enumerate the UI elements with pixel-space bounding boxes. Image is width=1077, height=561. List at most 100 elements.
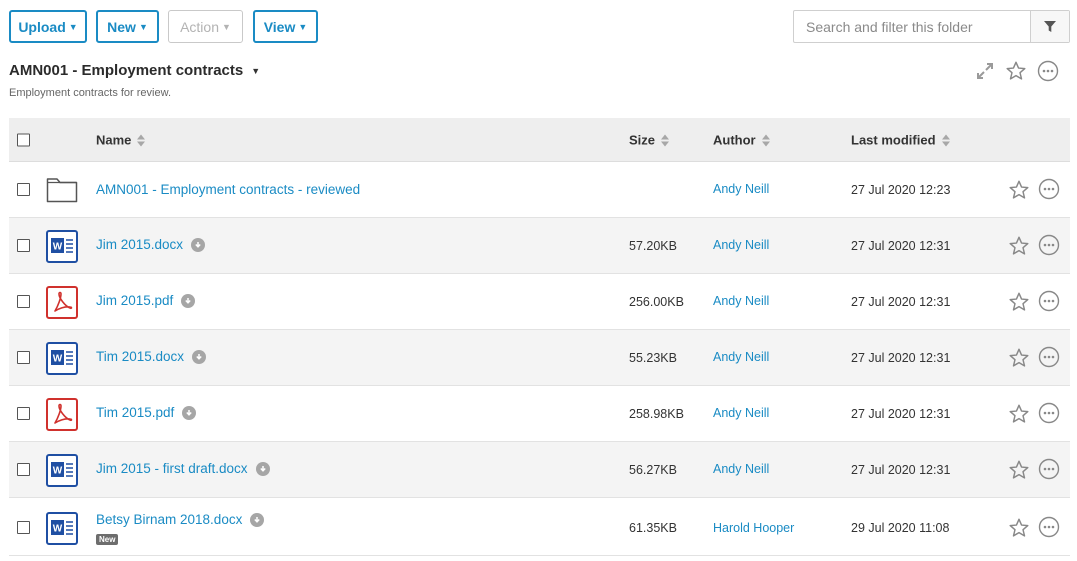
table-body: AMN001 - Employment contracts - reviewed… bbox=[9, 162, 1070, 556]
pdf-icon bbox=[46, 286, 78, 322]
download-icon[interactable] bbox=[181, 293, 196, 308]
more-options-icon[interactable] bbox=[1038, 234, 1060, 259]
download-icon[interactable] bbox=[192, 349, 207, 364]
view-button[interactable]: View ▼ bbox=[253, 10, 318, 43]
table-row[interactable]: W Betsy Birnam 2018.docx New 61.35KB Harold … bbox=[9, 498, 1070, 556]
table-row[interactable]: W Jim 2015 - first draft.docx 56.27KB Andy … bbox=[9, 442, 1070, 498]
star-icon[interactable] bbox=[1008, 291, 1030, 316]
star-icon[interactable] bbox=[1008, 179, 1030, 204]
author-link[interactable]: Andy Neill bbox=[713, 182, 769, 196]
more-options-icon[interactable] bbox=[1038, 458, 1060, 483]
chevron-down-icon: ▼ bbox=[251, 65, 261, 76]
star-icon[interactable] bbox=[1005, 60, 1027, 82]
table-row[interactable]: W Jim 2015.docx 57.20KB Andy Neill 27 Jul 20… bbox=[9, 218, 1070, 274]
last-modified: 29 Jul 2020 11:08 bbox=[851, 521, 950, 535]
download-icon[interactable] bbox=[182, 405, 197, 420]
word-doc-icon: W bbox=[46, 512, 78, 548]
file-name[interactable]: Jim 2015.docx bbox=[96, 237, 183, 252]
new-badge: New bbox=[96, 534, 119, 545]
view-button-label: View bbox=[263, 18, 296, 35]
sort-icon bbox=[941, 134, 950, 147]
more-options-icon[interactable] bbox=[1038, 516, 1060, 541]
action-button[interactable]: Action ▼ bbox=[168, 10, 243, 43]
download-icon[interactable] bbox=[250, 512, 265, 527]
row-checkbox[interactable] bbox=[17, 239, 30, 252]
chevron-down-icon: ▼ bbox=[222, 21, 231, 32]
table-row[interactable]: Tim 2015.pdf 258.98KB Andy Neill 27 Jul 202… bbox=[9, 386, 1070, 442]
author-link[interactable]: Andy Neill bbox=[713, 350, 769, 364]
file-name[interactable]: AMN001 - Employment contracts - reviewed bbox=[96, 182, 360, 197]
column-name-label: Name bbox=[96, 132, 132, 147]
author-link[interactable]: Andy Neill bbox=[713, 462, 769, 476]
search-input[interactable] bbox=[794, 11, 1030, 42]
row-checkbox[interactable] bbox=[17, 183, 30, 196]
file-name[interactable]: Jim 2015.pdf bbox=[96, 293, 173, 308]
more-options-icon[interactable] bbox=[1038, 402, 1060, 427]
more-options-icon[interactable] bbox=[1038, 290, 1060, 315]
file-name[interactable]: Betsy Birnam 2018.docx bbox=[96, 512, 242, 527]
file-name-link[interactable]: AMN001 - Employment contracts - reviewed bbox=[96, 182, 360, 197]
file-name[interactable]: Tim 2015.pdf bbox=[96, 405, 174, 420]
sort-icon bbox=[661, 134, 670, 147]
column-header-name[interactable]: Name bbox=[96, 132, 146, 147]
folder-title-dropdown[interactable]: AMN001 - Employment contracts ▼ bbox=[9, 62, 260, 79]
column-header-modified[interactable]: Last modified bbox=[851, 132, 950, 147]
author-link[interactable]: Harold Hooper bbox=[713, 521, 794, 535]
svg-text:W: W bbox=[53, 242, 63, 253]
download-icon[interactable] bbox=[191, 237, 206, 252]
new-button[interactable]: New ▼ bbox=[96, 10, 159, 43]
file-name-link[interactable]: Jim 2015.pdf bbox=[96, 293, 196, 308]
last-modified: 27 Jul 2020 12:31 bbox=[851, 463, 951, 477]
file-name-link[interactable]: Tim 2015.docx bbox=[96, 349, 207, 364]
chevron-down-icon: ▼ bbox=[138, 21, 148, 32]
folder-description: Employment contracts for review. bbox=[9, 87, 172, 99]
file-size: 55.23KB bbox=[629, 351, 677, 365]
star-icon[interactable] bbox=[1008, 347, 1030, 372]
svg-text:W: W bbox=[53, 466, 63, 477]
row-checkbox[interactable] bbox=[17, 521, 30, 534]
row-checkbox[interactable] bbox=[17, 351, 30, 364]
folder-icon bbox=[46, 174, 78, 207]
upload-button[interactable]: Upload ▼ bbox=[9, 10, 87, 43]
chevron-down-icon: ▼ bbox=[68, 21, 78, 32]
more-options-icon[interactable] bbox=[1038, 178, 1060, 203]
row-checkbox[interactable] bbox=[17, 295, 30, 308]
row-checkbox[interactable] bbox=[17, 463, 30, 476]
table-row[interactable]: W Tim 2015.docx 55.23KB Andy Neill 27 Jul 20… bbox=[9, 330, 1070, 386]
author-link[interactable]: Andy Neill bbox=[713, 406, 769, 420]
table-row[interactable]: AMN001 - Employment contracts - reviewed… bbox=[9, 162, 1070, 218]
file-name-link[interactable]: Jim 2015 - first draft.docx bbox=[96, 461, 270, 476]
column-header-size[interactable]: Size bbox=[629, 132, 670, 147]
column-modified-label: Last modified bbox=[851, 132, 936, 147]
word-doc-icon: W bbox=[46, 454, 78, 490]
star-icon[interactable] bbox=[1008, 235, 1030, 260]
table-row[interactable]: Jim 2015.pdf 256.00KB Andy Neill 27 Jul 202… bbox=[9, 274, 1070, 330]
row-checkbox[interactable] bbox=[17, 407, 30, 420]
file-name[interactable]: Tim 2015.docx bbox=[96, 349, 184, 364]
action-button-label: Action bbox=[180, 18, 219, 35]
more-options-icon[interactable] bbox=[1037, 60, 1059, 82]
last-modified: 27 Jul 2020 12:31 bbox=[851, 295, 951, 309]
column-size-label: Size bbox=[629, 132, 656, 147]
more-options-icon[interactable] bbox=[1038, 346, 1060, 371]
folder-actions bbox=[975, 60, 1059, 82]
star-icon[interactable] bbox=[1008, 517, 1030, 542]
author-link[interactable]: Andy Neill bbox=[713, 238, 769, 252]
file-size: 57.20KB bbox=[629, 239, 677, 253]
filter-button[interactable] bbox=[1030, 11, 1069, 42]
author-link[interactable]: Andy Neill bbox=[713, 294, 769, 308]
file-name-link[interactable]: Jim 2015.docx bbox=[96, 237, 206, 252]
word-doc-icon: W bbox=[46, 342, 78, 378]
new-button-label: New bbox=[107, 18, 136, 35]
star-icon[interactable] bbox=[1008, 459, 1030, 484]
file-name[interactable]: Jim 2015 - first draft.docx bbox=[96, 461, 248, 476]
filter-icon bbox=[1044, 20, 1056, 32]
file-name-link[interactable]: Tim 2015.pdf bbox=[96, 405, 197, 420]
file-name-link[interactable]: Betsy Birnam 2018.docx bbox=[96, 512, 265, 527]
page-title: AMN001 - Employment contracts bbox=[9, 62, 244, 79]
column-header-author[interactable]: Author bbox=[713, 132, 770, 147]
expand-icon[interactable] bbox=[975, 61, 995, 81]
star-icon[interactable] bbox=[1008, 403, 1030, 428]
select-all-checkbox[interactable] bbox=[17, 133, 30, 146]
download-icon[interactable] bbox=[255, 461, 270, 476]
